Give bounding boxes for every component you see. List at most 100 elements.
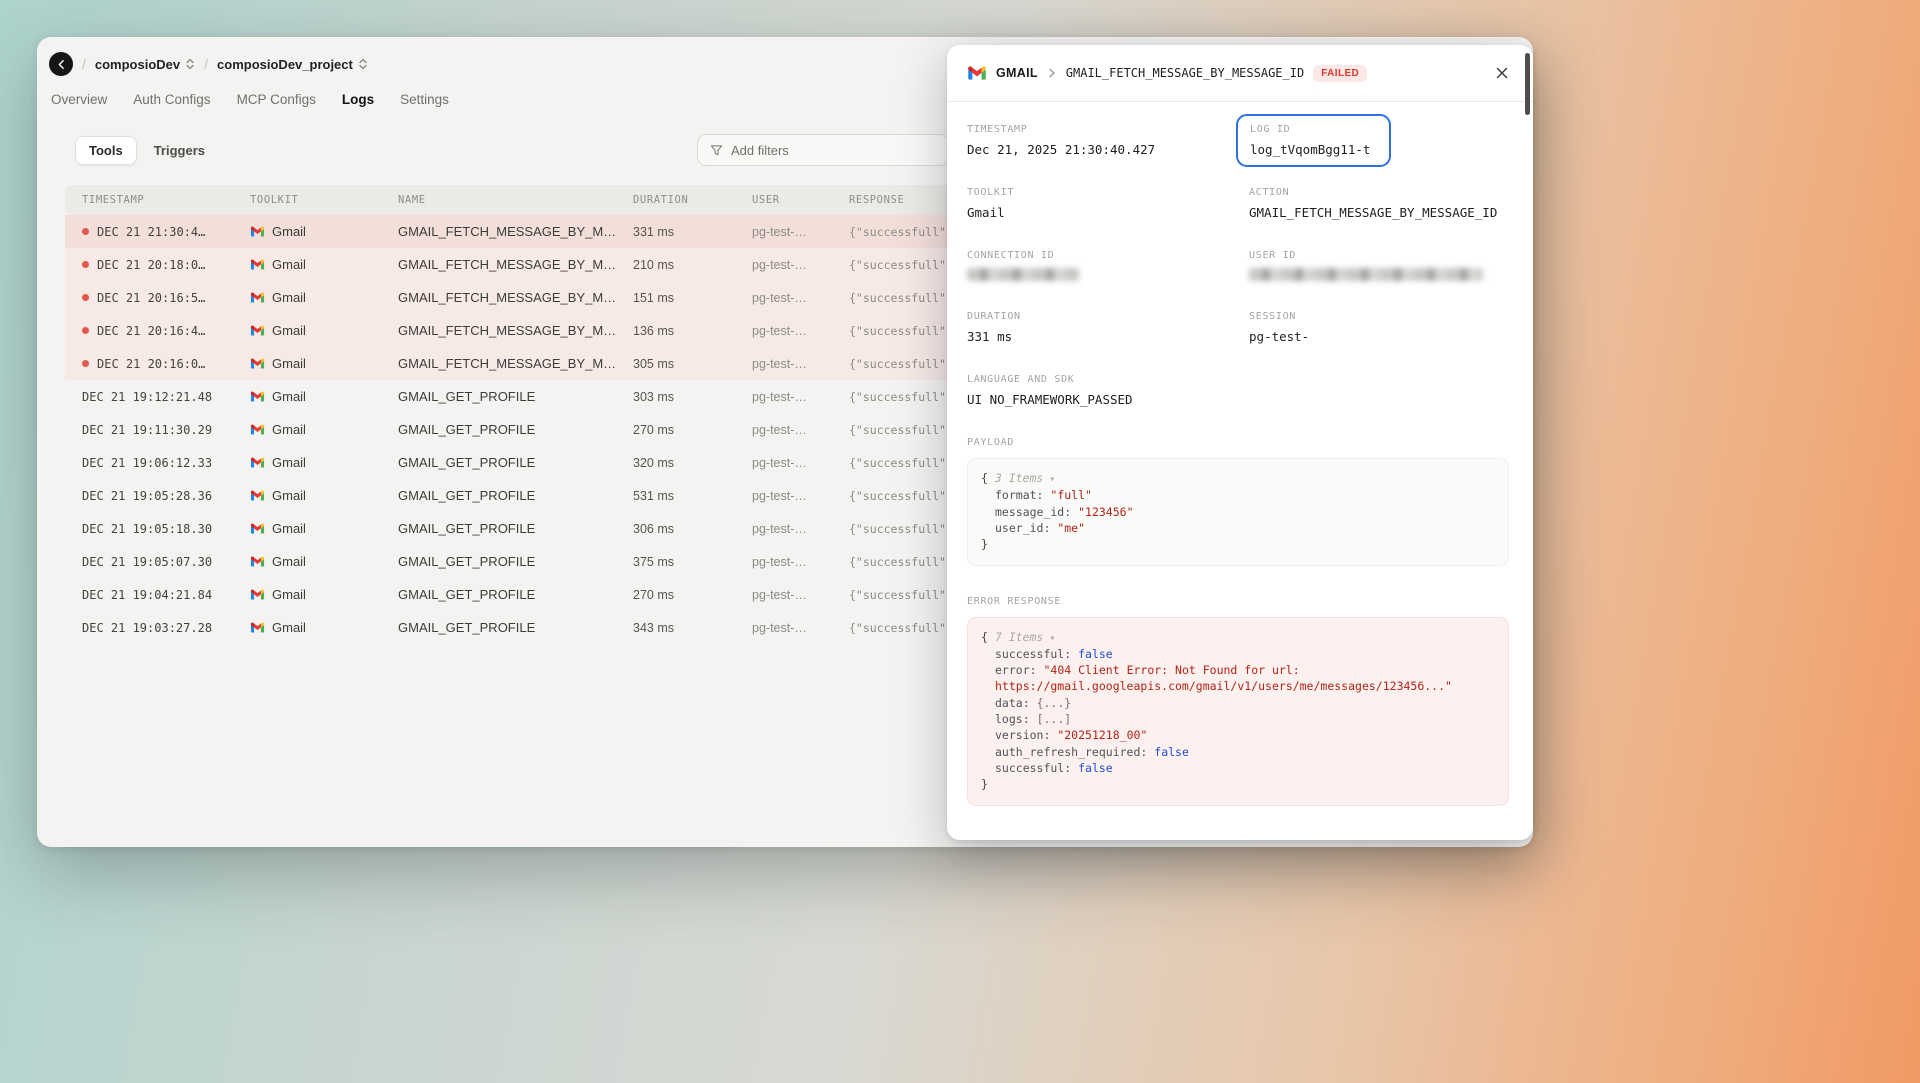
gmail-icon — [250, 455, 265, 470]
tab-mcp-configs[interactable]: MCP Configs — [237, 92, 316, 107]
cell-name: GMAIL_FETCH_MESSAGE_BY_M… — [398, 290, 633, 305]
redacted-value — [967, 268, 1079, 281]
field-value: 331 ms — [967, 329, 1227, 344]
field-session: SESSIONpg-test- — [1249, 311, 1509, 344]
failed-status-dot — [82, 228, 89, 235]
cell-user: pg-test-… — [752, 621, 849, 635]
field-label: USER ID — [1249, 250, 1509, 261]
gmail-icon — [250, 587, 265, 602]
field-value: log_tVqomBgg11-t — [1250, 142, 1377, 157]
cell-toolkit: Gmail — [250, 455, 398, 470]
desktop-background: / composioDev / composioDev_project Over… — [0, 0, 1920, 1083]
cell-timestamp: DEC 21 19:04:21.84 — [65, 588, 250, 602]
tab-settings[interactable]: Settings — [400, 92, 449, 107]
cell-user: pg-test-… — [752, 555, 849, 569]
cell-user: pg-test-… — [752, 357, 849, 371]
toggle-tools[interactable]: Tools — [75, 136, 137, 165]
cell-duration: 270 ms — [633, 588, 752, 602]
cell-user: pg-test-… — [752, 390, 849, 404]
status-badge: FAILED — [1313, 65, 1367, 82]
field-timestamp: TIMESTAMPDec 21, 2025 21:30:40.427 — [967, 124, 1227, 157]
cell-toolkit: Gmail — [250, 290, 398, 305]
field-value — [967, 268, 1227, 281]
cell-user: pg-test-… — [752, 258, 849, 272]
cell-toolkit: Gmail — [250, 224, 398, 239]
cell-name: GMAIL_GET_PROFILE — [398, 422, 633, 437]
chevron-down-icon[interactable]: ▾ — [1043, 633, 1055, 644]
code-line: successful: false — [981, 646, 1495, 662]
cell-duration: 306 ms — [633, 522, 752, 536]
field-label: DURATION — [967, 311, 1227, 322]
error-response-code-block: { 7 Items ▾successful: falseerror: "404 … — [967, 617, 1509, 806]
cell-timestamp: DEC 21 20:18:0… — [65, 258, 250, 272]
code-line: auth_refresh_required: false — [981, 744, 1495, 760]
payload-code-block: { 3 Items ▾format: "full"message_id: "12… — [967, 458, 1509, 566]
add-filters-button[interactable]: Add filters — [697, 134, 949, 166]
org-selector[interactable]: composioDev — [95, 57, 195, 72]
code-line: version: "20251218_00" — [981, 727, 1495, 743]
panel-toolkit-name: GMAIL — [996, 66, 1038, 80]
cell-toolkit: Gmail — [250, 323, 398, 338]
failed-status-dot — [82, 261, 89, 268]
cell-name: GMAIL_GET_PROFILE — [398, 455, 633, 470]
items-count-toggle[interactable]: 3 Items — [995, 471, 1043, 485]
cell-timestamp: DEC 21 19:03:27.28 — [65, 621, 250, 635]
error-response-label: ERROR RESPONSE — [967, 596, 1509, 607]
code-line: data: {...} — [981, 695, 1495, 711]
cell-toolkit: Gmail — [250, 257, 398, 272]
gmail-icon — [250, 323, 265, 338]
failed-status-dot — [82, 327, 89, 334]
field-label: TOOLKIT — [967, 187, 1227, 198]
cell-duration: 343 ms — [633, 621, 752, 635]
cell-toolkit: Gmail — [250, 389, 398, 404]
cell-duration: 270 ms — [633, 423, 752, 437]
chevron-down-icon[interactable]: ▾ — [1043, 474, 1055, 485]
cell-toolkit: Gmail — [250, 587, 398, 602]
tab-logs[interactable]: Logs — [342, 92, 374, 107]
redacted-value — [1249, 268, 1483, 281]
cell-name: GMAIL_GET_PROFILE — [398, 389, 633, 404]
field-connection-id: CONNECTION ID — [967, 250, 1227, 281]
cell-timestamp: DEC 21 19:05:28.36 — [65, 489, 250, 503]
failed-status-dot — [82, 294, 89, 301]
panel-scrollbar[interactable] — [1525, 53, 1530, 115]
code-line: message_id: "123456" — [981, 504, 1495, 520]
field-log-id[interactable]: LOG ID log_tVqomBgg11-t — [1236, 114, 1391, 167]
cell-timestamp: DEC 21 20:16:5… — [65, 291, 250, 305]
toggle-triggers[interactable]: Triggers — [141, 137, 218, 164]
field-label: CONNECTION ID — [967, 250, 1227, 261]
cell-timestamp: DEC 21 21:30:4… — [65, 225, 250, 239]
error-response-section: ERROR RESPONSE { 7 Items ▾successful: fa… — [967, 596, 1509, 806]
cell-name: GMAIL_GET_PROFILE — [398, 521, 633, 536]
tab-auth-configs[interactable]: Auth Configs — [133, 92, 210, 107]
cell-name: GMAIL_FETCH_MESSAGE_BY_M… — [398, 257, 633, 272]
field-label: ACTION — [1249, 187, 1509, 198]
cell-duration: 303 ms — [633, 390, 752, 404]
cell-name: GMAIL_FETCH_MESSAGE_BY_M… — [398, 356, 633, 371]
project-selector[interactable]: composioDev_project — [217, 57, 368, 72]
code-line: } — [981, 776, 1495, 792]
failed-status-dot — [82, 360, 89, 367]
tab-overview[interactable]: Overview — [51, 92, 107, 107]
panel-action-name: GMAIL_FETCH_MESSAGE_BY_MESSAGE_ID — [1066, 66, 1304, 80]
org-name: composioDev — [95, 57, 180, 72]
close-button[interactable] — [1491, 62, 1513, 84]
breadcrumb-separator: / — [82, 56, 86, 72]
field-label: LOG ID — [1250, 124, 1377, 135]
column-header-name: NAME — [398, 194, 633, 206]
filter-funnel-icon — [710, 144, 723, 157]
cell-user: pg-test-… — [752, 522, 849, 536]
cell-toolkit: Gmail — [250, 356, 398, 371]
items-count-toggle[interactable]: 7 Items — [995, 630, 1043, 644]
code-line: } — [981, 536, 1495, 552]
breadcrumb-separator: / — [204, 56, 208, 72]
field-user-id: USER ID — [1249, 250, 1509, 281]
field-value — [1249, 268, 1509, 281]
composio-logo-icon[interactable] — [49, 52, 73, 76]
gmail-icon — [250, 422, 265, 437]
cell-toolkit: Gmail — [250, 554, 398, 569]
cell-duration: 136 ms — [633, 324, 752, 338]
cell-toolkit: Gmail — [250, 620, 398, 635]
field-action: ACTIONGMAIL_FETCH_MESSAGE_BY_MESSAGE_ID — [1249, 187, 1509, 220]
gmail-icon — [250, 356, 265, 371]
